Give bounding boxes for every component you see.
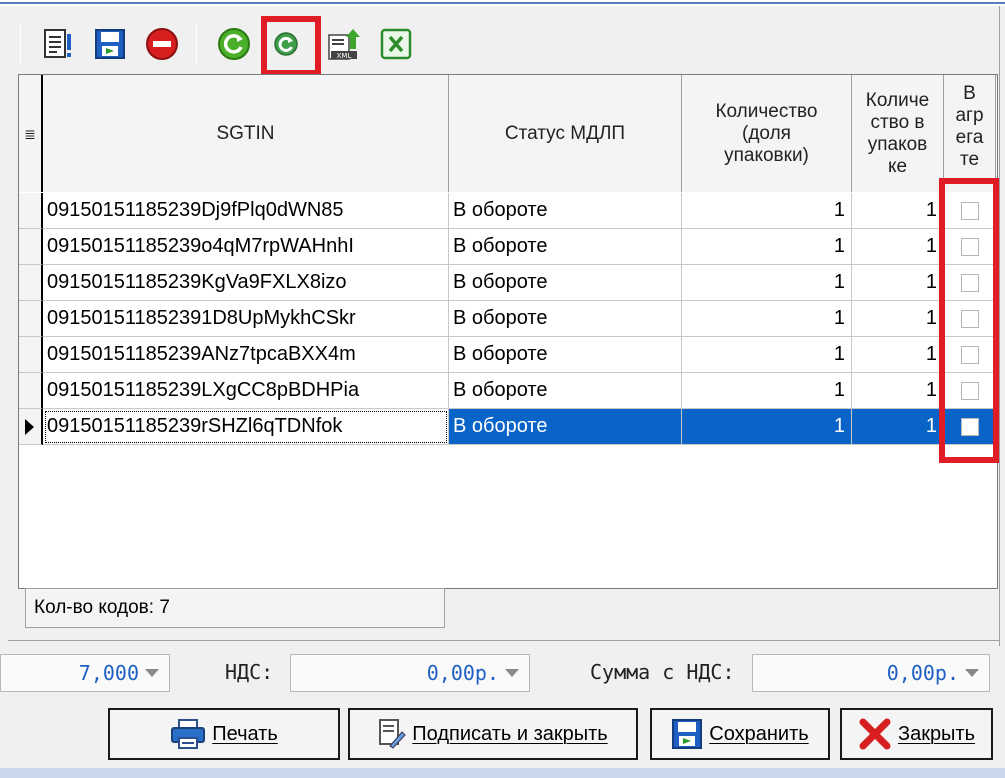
table-row[interactable]: 09150151185239ANz7tpcaBXX4m В обороте 1 1 xyxy=(19,337,997,373)
cell-sgtin[interactable]: 09150151185239Dj9fPlq0dWN85 xyxy=(43,193,449,229)
cell-status[interactable]: В обороте xyxy=(449,373,682,409)
column-header-qty-in-pack[interactable]: Количе ство в упаков ке xyxy=(852,75,944,192)
row-indicator[interactable] xyxy=(19,229,43,265)
printer-icon xyxy=(170,718,206,750)
cell-status[interactable]: В обороте xyxy=(449,301,682,337)
column-header-status[interactable]: Статус МДЛП xyxy=(449,75,682,192)
code-count-label: Кол-во кодов: 7 xyxy=(25,588,445,628)
stop-button[interactable] xyxy=(142,24,182,64)
save-icon xyxy=(671,718,703,750)
close-icon xyxy=(858,717,892,751)
excel-icon xyxy=(380,28,412,60)
main-panel: XML ≣ SGTIN Статус МДЛП Количество (доля… xyxy=(0,6,1000,646)
cell-qty-fraction[interactable]: 1 xyxy=(682,193,852,229)
row-indicator[interactable] xyxy=(19,301,43,337)
table-row[interactable]: 09150151185239rSHZl6qTDNfok В обороте 1 1 xyxy=(19,409,997,445)
button-bar: Печать Подписать и закрыть Сохранить Зак… xyxy=(0,700,1005,770)
cell-qty-fraction[interactable]: 1 xyxy=(682,337,852,373)
current-row-arrow-icon xyxy=(25,419,34,435)
cell-qty-fraction[interactable]: 1 xyxy=(682,409,852,445)
vat-combo[interactable]: 0,00р. xyxy=(290,654,530,692)
sum-label: Сумма с НДС: xyxy=(590,660,735,684)
save-button[interactable] xyxy=(90,24,130,64)
cell-qty-in-pack[interactable]: 1 xyxy=(852,301,944,337)
row-indicator[interactable] xyxy=(19,193,43,229)
cell-sgtin[interactable]: 09150151185239o4qM7rpWAHnhI xyxy=(43,229,449,265)
window-bottom-strip xyxy=(0,768,1005,778)
cell-status[interactable]: В обороте xyxy=(449,337,682,373)
svg-text:XML: XML xyxy=(337,52,352,60)
column-header-in-aggregate[interactable]: В агр ега те xyxy=(944,75,996,192)
xml-export-icon: XML xyxy=(328,29,360,60)
highlight-frame xyxy=(939,178,999,463)
totals-bar: 7,000 НДС: 0,00р. Сумма с НДС: 0,00р. xyxy=(0,648,1005,698)
cell-sgtin[interactable]: 09150151185239LXgCC8pBDHPia xyxy=(43,373,449,409)
cell-qty-fraction[interactable]: 1 xyxy=(682,301,852,337)
chevron-down-icon[interactable] xyxy=(145,669,159,677)
excel-button[interactable] xyxy=(376,24,416,64)
print-button[interactable]: Печать xyxy=(108,708,340,760)
stop-icon xyxy=(146,28,178,60)
save-dialog-button[interactable]: Сохранить xyxy=(650,708,830,760)
document-list-icon xyxy=(44,29,71,58)
cell-sgtin[interactable]: 09150151185239rSHZl6qTDNfok xyxy=(43,409,449,445)
save-icon xyxy=(95,29,125,59)
highlight-frame xyxy=(261,16,321,76)
cell-qty-in-pack[interactable]: 1 xyxy=(852,373,944,409)
sgtin-grid[interactable]: ≣ SGTIN Статус МДЛП Количество (доля упа… xyxy=(18,74,998,589)
cell-qty-in-pack[interactable]: 1 xyxy=(852,193,944,229)
refresh-button[interactable] xyxy=(214,24,254,64)
row-indicator[interactable] xyxy=(19,337,43,373)
table-row[interactable]: 09150151185239LXgCC8pBDHPia В обороте 1 1 xyxy=(19,373,997,409)
cell-qty-in-pack[interactable]: 1 xyxy=(852,409,944,445)
sign-and-close-button[interactable]: Подписать и закрыть xyxy=(348,708,638,760)
cell-qty-in-pack[interactable]: 1 xyxy=(852,265,944,301)
column-chooser-icon[interactable]: ≣ xyxy=(19,75,43,192)
cell-qty-in-pack[interactable]: 1 xyxy=(852,229,944,265)
row-indicator[interactable] xyxy=(19,265,43,301)
cell-status[interactable]: В обороте xyxy=(449,229,682,265)
row-indicator[interactable] xyxy=(19,409,43,445)
table-row[interactable]: 09150151185239KgVa9FXLX8izo В обороте 1 1 xyxy=(19,265,997,301)
title-divider xyxy=(0,2,1005,4)
table-row[interactable]: 09150151185239Dj9fPlq0dWN85 В обороте 1 1 xyxy=(19,193,997,229)
cell-status[interactable]: В обороте xyxy=(449,265,682,301)
frame-divider xyxy=(8,640,1000,641)
xml-export-button[interactable]: XML xyxy=(324,24,364,64)
row-indicator[interactable] xyxy=(19,373,43,409)
cell-qty-fraction[interactable]: 1 xyxy=(682,265,852,301)
cell-sgtin[interactable]: 09150151185239KgVa9FXLX8izo xyxy=(43,265,449,301)
cell-qty-in-pack[interactable]: 1 xyxy=(852,337,944,373)
cell-status[interactable]: В обороте xyxy=(449,409,682,445)
vat-label: НДС: xyxy=(225,660,274,684)
chevron-down-icon[interactable] xyxy=(965,669,979,677)
cell-qty-fraction[interactable]: 1 xyxy=(682,373,852,409)
column-header-qty-fraction[interactable]: Количество (доля упаковки) xyxy=(682,75,852,192)
cell-qty-fraction[interactable]: 1 xyxy=(682,229,852,265)
table-row[interactable]: 091501511852391D8UpMykhCSkr В обороте 1 1 xyxy=(19,301,997,337)
cell-sgtin[interactable]: 091501511852391D8UpMykhCSkr xyxy=(43,301,449,337)
cell-sgtin[interactable]: 09150151185239ANz7tpcaBXX4m xyxy=(43,337,449,373)
toolbar-separator xyxy=(20,22,21,66)
document-list-button[interactable] xyxy=(38,24,78,64)
close-button[interactable]: Закрыть xyxy=(840,708,993,760)
chevron-down-icon[interactable] xyxy=(505,669,519,677)
sign-document-icon xyxy=(378,718,406,750)
toolbar: XML xyxy=(18,16,438,76)
grid-header: ≣ SGTIN Статус МДЛП Количество (доля упа… xyxy=(19,75,997,192)
cell-status[interactable]: В обороте xyxy=(449,193,682,229)
refresh-green-icon xyxy=(218,28,250,60)
table-row[interactable]: 09150151185239o4qM7rpWAHnhI В обороте 1 1 xyxy=(19,229,997,265)
toolbar-separator xyxy=(196,22,197,66)
sum-combo[interactable]: 0,00р. xyxy=(752,654,990,692)
column-header-sgtin[interactable]: SGTIN xyxy=(43,75,449,192)
quantity-combo[interactable]: 7,000 xyxy=(0,654,170,692)
